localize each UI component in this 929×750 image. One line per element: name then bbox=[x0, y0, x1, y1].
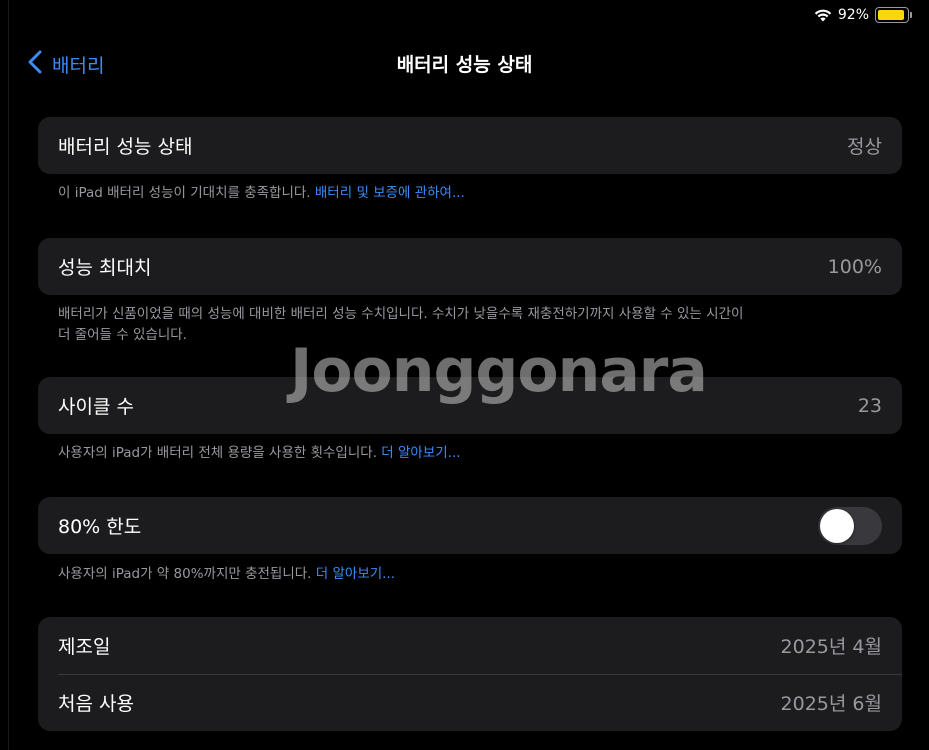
status-bar: 92% bbox=[814, 6, 912, 24]
cycle-count-group: 사이클 수 23 bbox=[38, 377, 902, 434]
max-capacity-label: 성능 최대치 bbox=[58, 257, 152, 279]
battery-warranty-link[interactable]: 배터리 및 보증에 관하여... bbox=[315, 185, 465, 201]
manufacture-date-value: 2025년 4월 bbox=[780, 636, 882, 658]
limit-80-learn-more-link[interactable]: 더 알아보기... bbox=[316, 566, 395, 582]
battery-health-value: 정상 bbox=[847, 136, 882, 158]
limit-80-label: 80% 한도 bbox=[58, 516, 142, 538]
toggle-knob bbox=[820, 508, 854, 543]
limit-80-footnote-text: 사용자의 iPad가 약 80%까지만 충전됩니다. bbox=[58, 566, 316, 582]
battery-health-footnote-text: 이 iPad 배터리 성능이 기대치를 충족합니다. bbox=[58, 185, 315, 201]
battery-percent: 92% bbox=[837, 7, 869, 23]
dates-group: 제조일 2025년 4월 처음 사용 2025년 6월 bbox=[38, 617, 902, 731]
max-capacity-row: 성능 최대치 100% bbox=[38, 238, 902, 295]
max-capacity-footnote: 배터리가 신품이었을 때의 성능에 대비한 배터리 성능 수치입니다. 수치가 … bbox=[58, 304, 858, 346]
battery-fill bbox=[878, 10, 904, 20]
max-capacity-group: 성능 최대치 100% bbox=[38, 238, 902, 295]
max-capacity-value: 100% bbox=[827, 255, 882, 278]
cycle-count-learn-more-link[interactable]: 더 알아보기... bbox=[381, 445, 460, 461]
max-capacity-footnote-line2: 더 줄어들 수 있습니다. bbox=[58, 327, 187, 343]
battery-health-footnote: 이 iPad 배터리 성능이 기대치를 충족합니다. 배터리 및 보증에 관하여… bbox=[58, 183, 858, 204]
page-title: 배터리 성능 상태 bbox=[396, 54, 533, 76]
battery-health-label: 배터리 성능 상태 bbox=[58, 136, 193, 158]
limit-80-toggle[interactable] bbox=[818, 506, 882, 545]
cycle-count-footnote-text: 사용자의 iPad가 배터리 전체 용량을 사용한 횟수입니다. bbox=[58, 445, 382, 461]
manufacture-date-label: 제조일 bbox=[58, 636, 111, 658]
manufacture-date-row: 제조일 2025년 4월 bbox=[38, 617, 902, 674]
cycle-count-label: 사이클 수 bbox=[58, 396, 134, 418]
cycle-count-footnote: 사용자의 iPad가 배터리 전체 용량을 사용한 횟수입니다. 더 알아보기.… bbox=[58, 443, 858, 464]
first-use-label: 처음 사용 bbox=[58, 693, 134, 715]
wifi-icon bbox=[814, 8, 832, 22]
first-use-row: 처음 사용 2025년 6월 bbox=[38, 674, 902, 731]
max-capacity-footnote-line1: 배터리가 신품이었을 때의 성능에 대비한 배터리 성능 수치입니다. 수치가 … bbox=[58, 306, 744, 322]
cycle-count-value: 23 bbox=[857, 394, 882, 417]
first-use-value: 2025년 6월 bbox=[780, 693, 882, 715]
battery-health-row[interactable]: 배터리 성능 상태 정상 bbox=[38, 117, 902, 174]
split-view-edge bbox=[0, 0, 9, 750]
cycle-count-row: 사이클 수 23 bbox=[38, 377, 902, 434]
limit-80-row: 80% 한도 bbox=[38, 497, 902, 554]
battery-icon bbox=[875, 7, 912, 23]
limit-80-group: 80% 한도 bbox=[38, 497, 902, 554]
navigation-bar: 배터리 배터리 성능 상태 bbox=[0, 44, 929, 80]
battery-health-group: 배터리 성능 상태 정상 bbox=[38, 117, 902, 174]
limit-80-footnote: 사용자의 iPad가 약 80%까지만 충전됩니다. 더 알아보기... bbox=[58, 564, 858, 585]
